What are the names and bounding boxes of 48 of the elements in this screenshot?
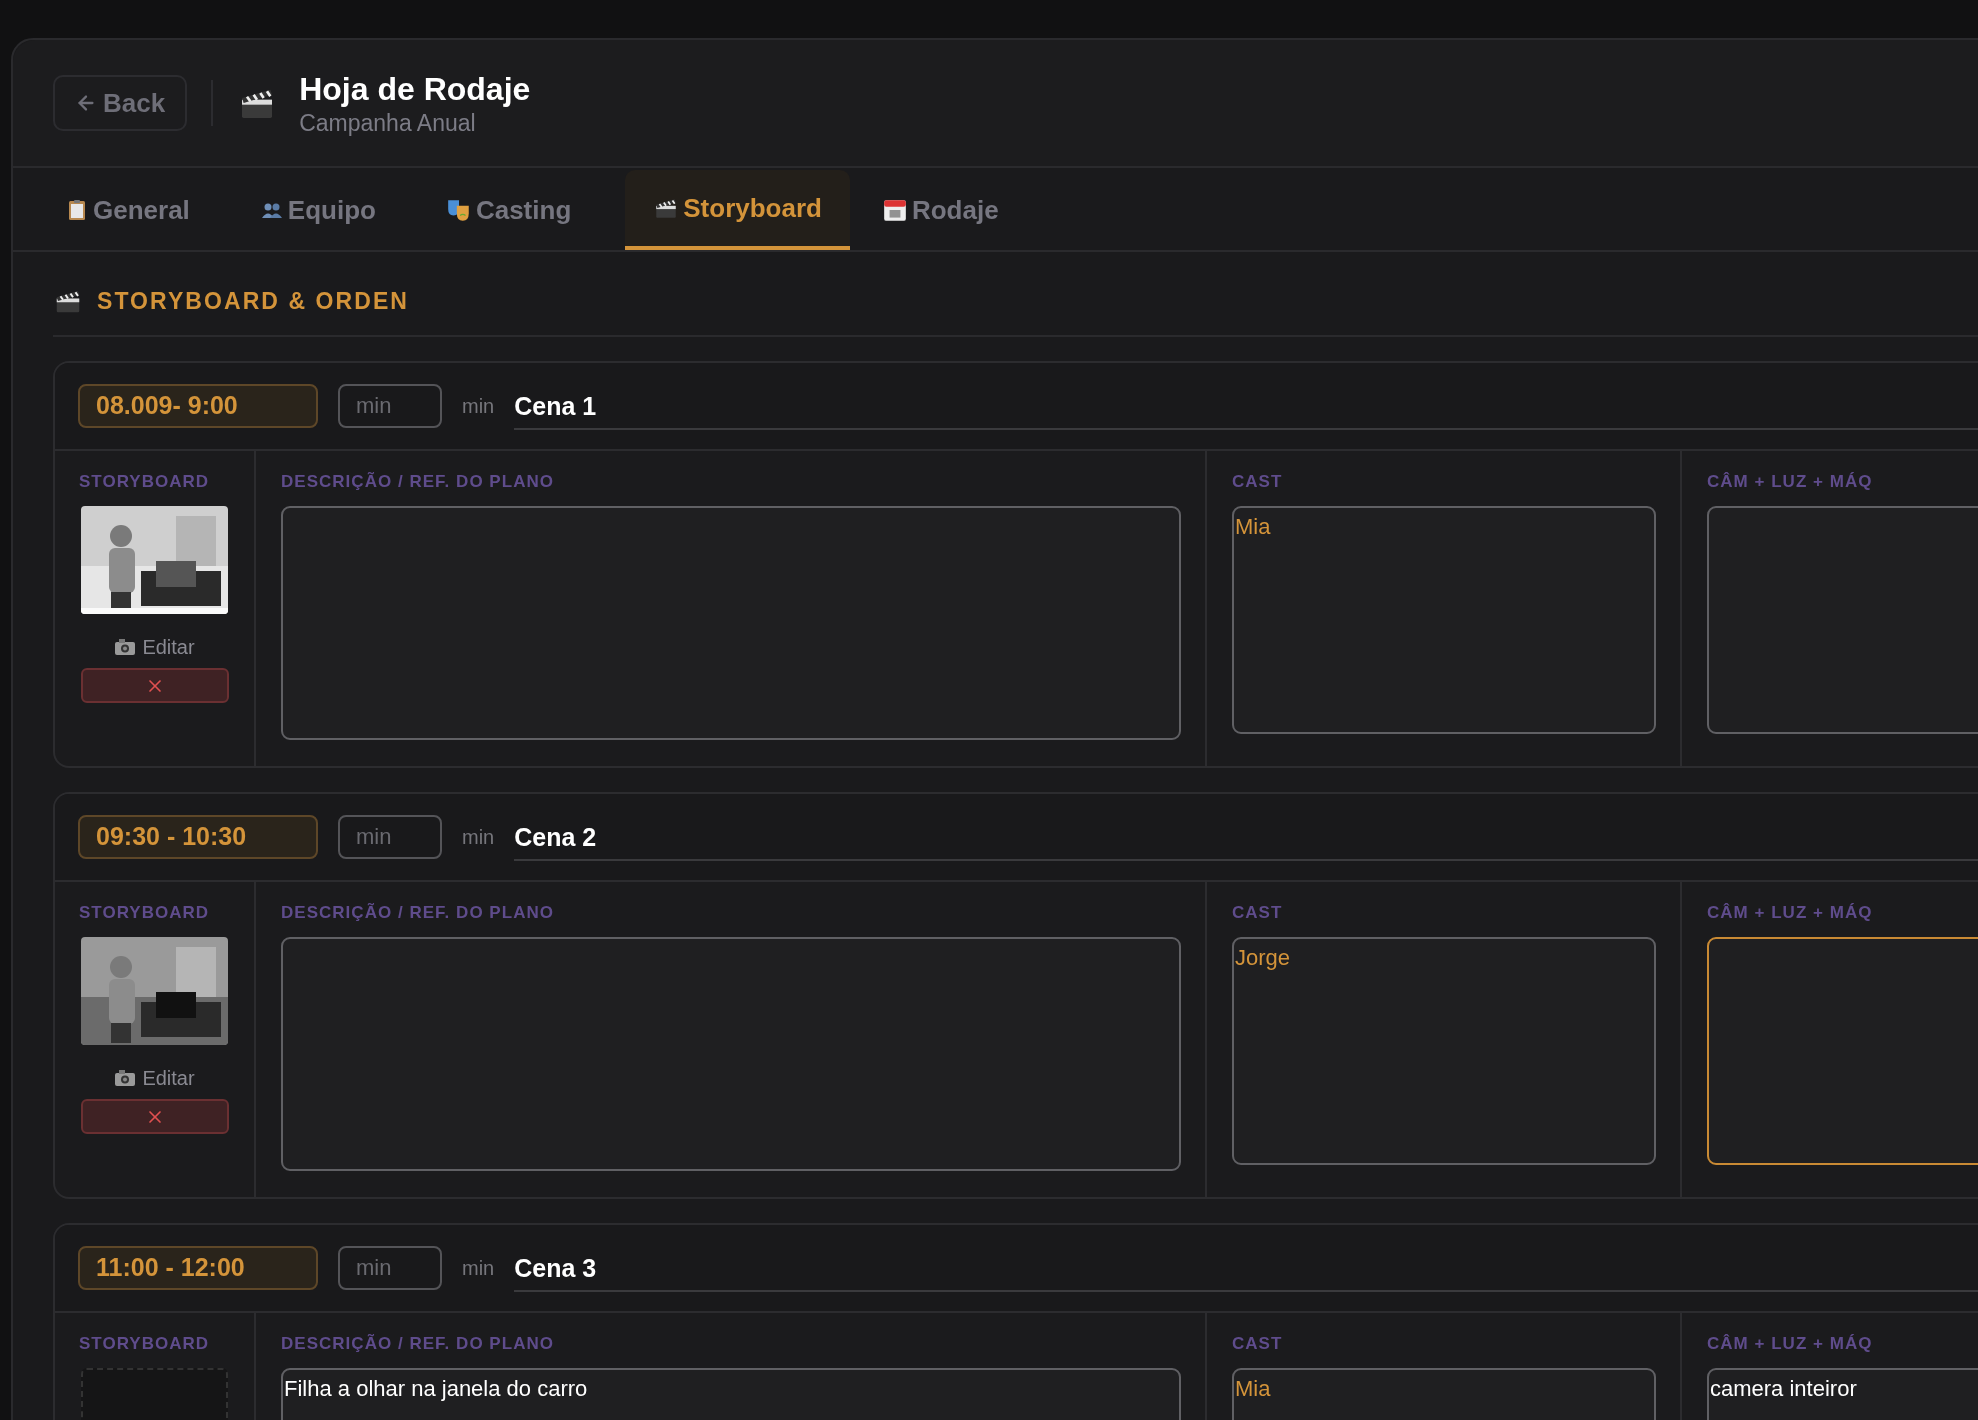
scene-title-field[interactable]: Cena 1: [514, 385, 1978, 430]
delete-button[interactable]: [80, 1099, 229, 1134]
theater-masks-icon: [445, 197, 472, 223]
page-title: Hoja de Rodaje: [299, 70, 531, 109]
page-subtitle: Campanha Anual: [299, 109, 477, 137]
time-field[interactable]: 09:30 - 10:30: [78, 814, 318, 859]
text-area[interactable]: Mia: [1232, 506, 1656, 734]
tab[interactable]: General: [49, 170, 206, 250]
column-label: CAST: [1232, 1332, 1284, 1355]
text-area[interactable]: Jorge: [1232, 937, 1656, 1165]
camera-icon: [114, 1069, 137, 1087]
tab[interactable]: Equipo: [243, 170, 392, 250]
column-label: STORYBOARD: [79, 1332, 210, 1355]
scene-title-field[interactable]: Cena 3: [514, 1247, 1978, 1292]
section-title: STORYBOARD & ORDEN: [97, 287, 409, 316]
calendar-icon: [881, 197, 908, 223]
tab[interactable]: Storyboard: [625, 170, 850, 250]
column-label: CÂM + LUZ + MÁQ: [1707, 470, 1874, 493]
unit-label: min: [462, 393, 495, 419]
tab[interactable]: Casting: [429, 170, 588, 250]
back-button[interactable]: Back: [53, 75, 188, 131]
duration-field[interactable]: min: [338, 383, 442, 428]
tab[interactable]: Rodaje: [865, 170, 1015, 250]
column-label: CAST: [1232, 901, 1284, 924]
text-area[interactable]: Mia: [1232, 1368, 1656, 1420]
time-field[interactable]: 08.009- 9:00: [78, 383, 318, 428]
column-label: CAST: [1232, 470, 1284, 493]
text-area[interactable]: [281, 506, 1181, 740]
delete-button[interactable]: [80, 668, 229, 703]
unit-label: min: [462, 824, 495, 850]
unit-label: min: [462, 1255, 495, 1281]
column-label: DESCRIÇÃO / REF. DO PLANO: [281, 470, 555, 493]
time-field[interactable]: 11:00 - 12:00: [78, 1245, 318, 1290]
scene-title-field[interactable]: Cena 2: [514, 816, 1978, 861]
edit-button[interactable]: Editar: [114, 632, 195, 662]
duration-field[interactable]: min: [338, 1245, 442, 1290]
column-label: CÂM + LUZ + MÁQ: [1707, 901, 1874, 924]
text-area[interactable]: [281, 937, 1181, 1171]
column-label: CÂM + LUZ + MÁQ: [1707, 1332, 1874, 1355]
duration-field[interactable]: min: [338, 814, 442, 859]
column-label: DESCRIÇÃO / REF. DO PLANO: [281, 1332, 555, 1355]
camera-icon: [114, 638, 137, 656]
text-area[interactable]: Filha a olhar na janela do carro: [281, 1368, 1181, 1420]
column-label: STORYBOARD: [79, 470, 210, 493]
edit-button[interactable]: Editar: [114, 1063, 195, 1093]
text-area[interactable]: camera inteiror: [1707, 1368, 1978, 1420]
column-label: DESCRIÇÃO / REF. DO PLANO: [281, 901, 555, 924]
column-label: STORYBOARD: [79, 901, 210, 924]
